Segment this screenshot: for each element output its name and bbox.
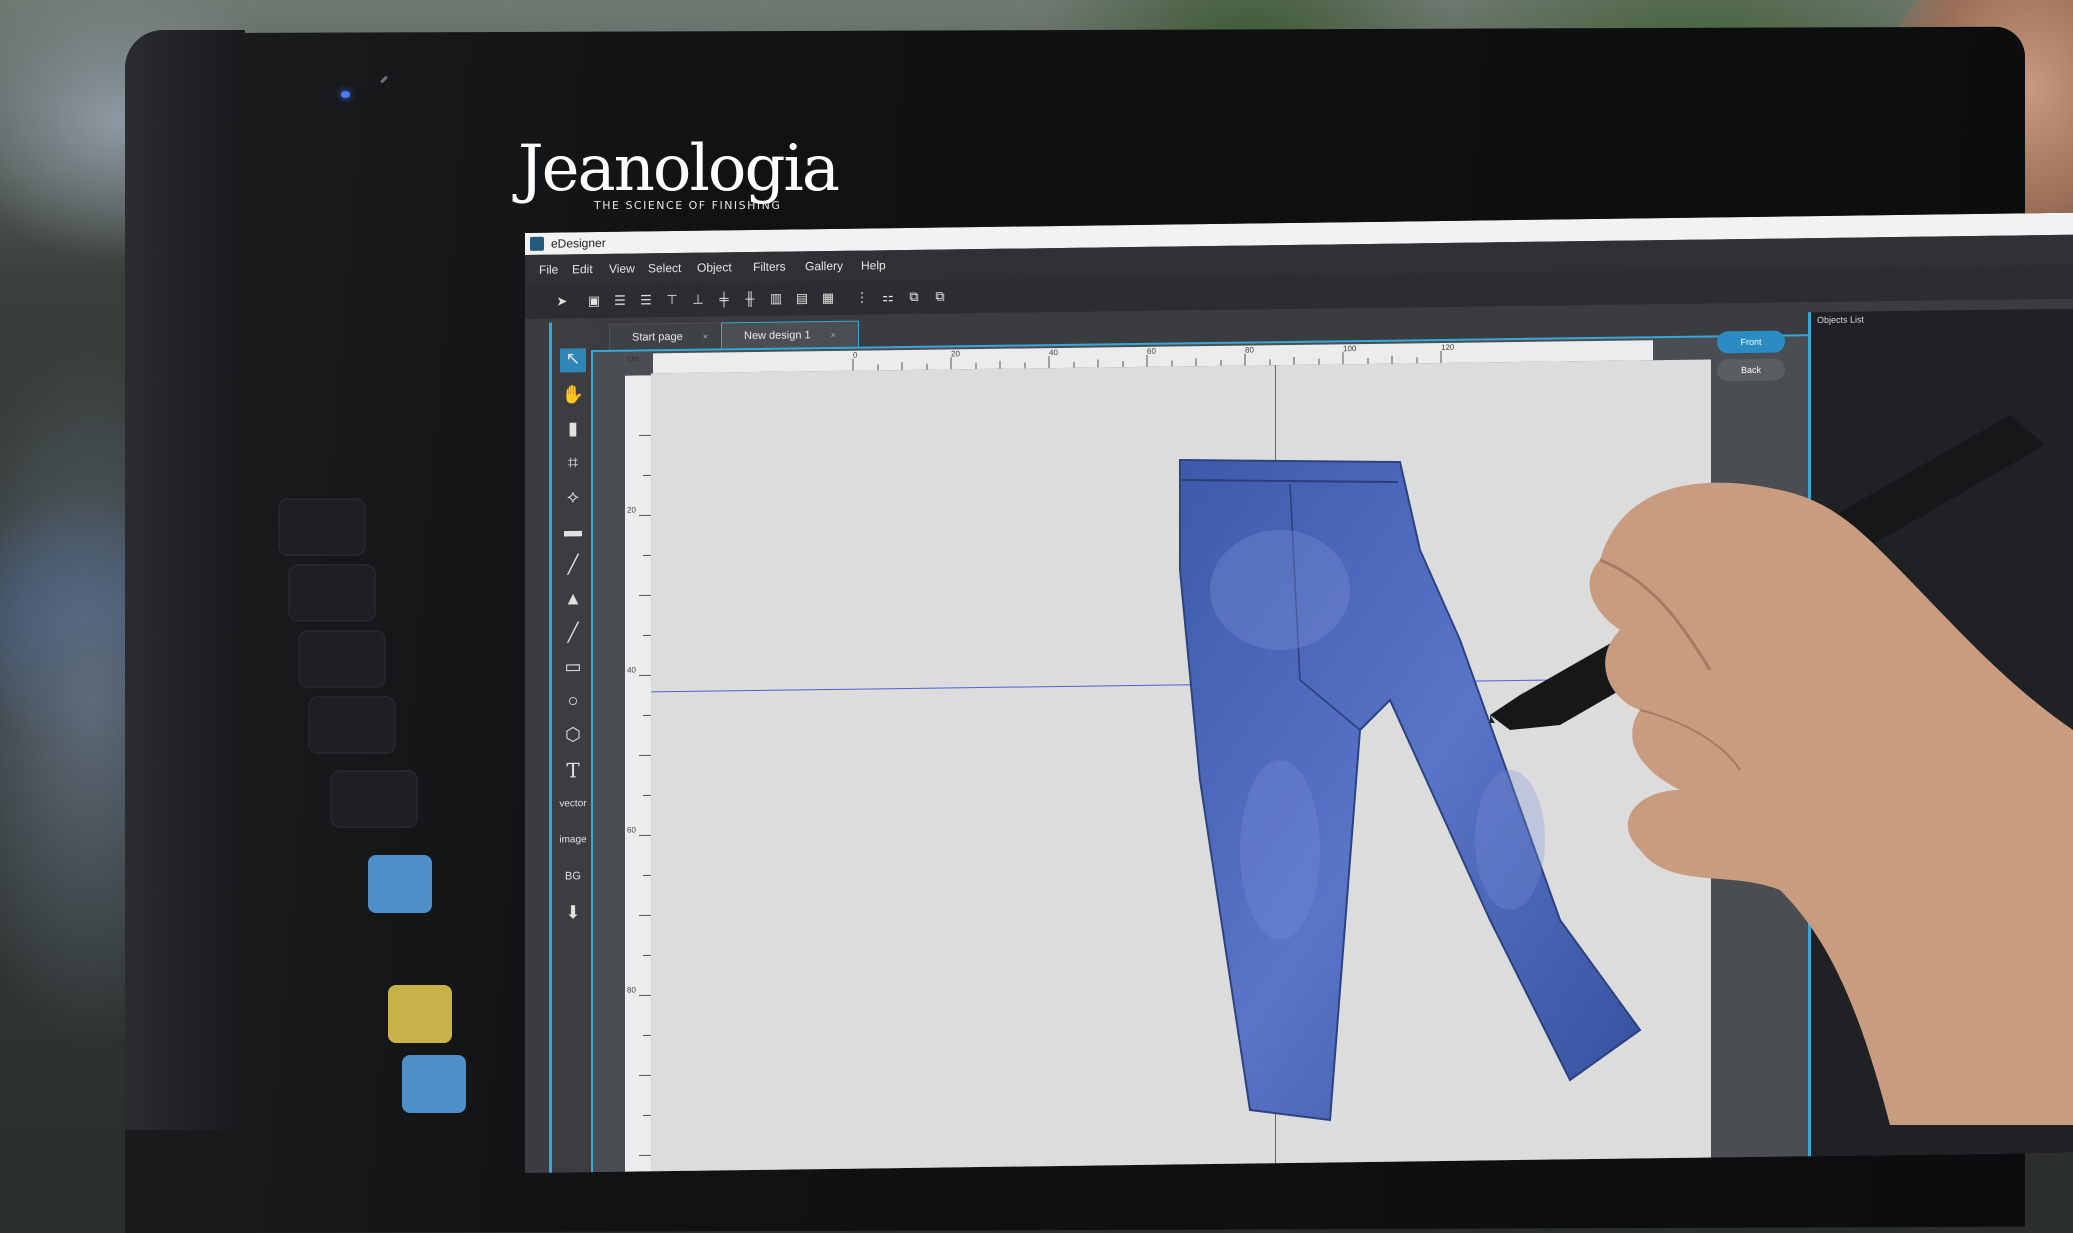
bring-front-icon[interactable]: ⧉ [907, 290, 921, 304]
objects-list-title: Objects List [1817, 314, 1864, 325]
text-tool-icon[interactable]: T [560, 758, 586, 782]
monitor-edge [125, 30, 245, 1130]
hand-tool-icon[interactable]: ✋ [560, 384, 586, 405]
align-right-icon[interactable]: ☰ [639, 293, 653, 307]
ruler-left: 20 40 60 80 [625, 375, 651, 1173]
paint-tool-icon[interactable]: ▬ [560, 520, 586, 541]
brand-tagline: THE SCIENCE OF FINISHING [594, 199, 781, 212]
image-button[interactable]: image [552, 834, 594, 846]
align-frame-icon[interactable]: ▣ [587, 294, 601, 308]
fill-tool-icon[interactable]: ▲ [560, 588, 586, 609]
polygon-tool-icon[interactable]: ⬡ [560, 724, 586, 745]
express-key-4[interactable] [308, 696, 396, 754]
distribute-h-icon[interactable]: ▥ [769, 292, 783, 306]
power-led-icon [341, 91, 350, 98]
menu-help[interactable]: Help [861, 258, 886, 272]
tab-start-page-label: Start page [632, 331, 683, 344]
align-left-icon[interactable]: ☰ [613, 294, 627, 308]
hand [1530, 470, 2073, 1125]
app-icon [530, 237, 544, 251]
rectangle-tool-icon[interactable]: ▭ [560, 656, 586, 677]
pointer-tool-icon[interactable]: ➤ [555, 294, 569, 308]
express-key-2[interactable] [288, 564, 376, 622]
align-bottom-icon[interactable]: ⊥ [691, 293, 705, 307]
tab-start-page[interactable]: Start page × [609, 322, 731, 352]
express-key-yellow[interactable] [388, 985, 452, 1043]
send-back-icon[interactable]: ⧉ [933, 289, 947, 303]
express-key-1[interactable] [278, 498, 366, 556]
lasso-tool-icon[interactable]: ⟡ [560, 486, 586, 507]
bg-button[interactable]: BG [552, 870, 594, 883]
front-button[interactable]: Front [1717, 331, 1785, 354]
line-tool-icon[interactable]: ╱ [560, 622, 586, 643]
brand-logo: Jeanologia [518, 132, 838, 206]
ruler-unit: cm [627, 354, 639, 364]
align-top-icon[interactable]: ⊤ [665, 293, 679, 307]
close-icon[interactable]: × [703, 332, 708, 342]
tab-new-design-label: New design 1 [744, 329, 811, 342]
group-icon[interactable]: ▦ [821, 291, 835, 305]
distribute-v-icon[interactable]: ▤ [795, 291, 809, 305]
vector-button[interactable]: vector [552, 798, 594, 810]
close-icon[interactable]: × [831, 330, 836, 340]
order-icon[interactable]: ⚏ [881, 290, 895, 304]
align-center-h-icon[interactable]: ╪ [717, 292, 731, 306]
ruler-left-ticks [625, 375, 651, 1173]
menu-gallery[interactable]: Gallery [805, 259, 843, 273]
circle-tool-icon[interactable]: ○ [560, 690, 586, 711]
window-title: eDesigner [551, 236, 606, 251]
menu-object[interactable]: Object [697, 260, 732, 274]
express-key-blue-2[interactable] [402, 1055, 466, 1113]
express-key-3[interactable] [298, 630, 386, 688]
pin-tool-icon[interactable]: ⬇ [560, 902, 586, 923]
menu-edit[interactable]: Edit [572, 262, 593, 276]
menu-filters[interactable]: Filters [753, 260, 786, 274]
view-switcher: Front Back [1713, 336, 1793, 337]
arrange-icon[interactable]: ⋮ [855, 290, 869, 304]
menu-select[interactable]: Select [648, 261, 681, 275]
menu-file[interactable]: File [539, 263, 558, 277]
menu-view[interactable]: View [609, 262, 635, 276]
tool-palette: ↖ ✋ ▮ ⌗ ⟡ ▬ ╱ ▲ ╱ ▭ ○ ⬡ T vector image B… [549, 322, 594, 1173]
select-tool-icon[interactable]: ↖ [560, 348, 586, 372]
eraser-tool-icon[interactable]: ▮ [560, 418, 586, 439]
express-key-5[interactable] [330, 770, 418, 828]
brush-tool-icon[interactable]: ╱ [560, 554, 586, 575]
crop-tool-icon[interactable]: ⌗ [560, 452, 586, 473]
back-button[interactable]: Back [1717, 359, 1785, 382]
express-key-blue-1[interactable] [368, 855, 432, 913]
align-center-v-icon[interactable]: ╫ [743, 292, 757, 306]
